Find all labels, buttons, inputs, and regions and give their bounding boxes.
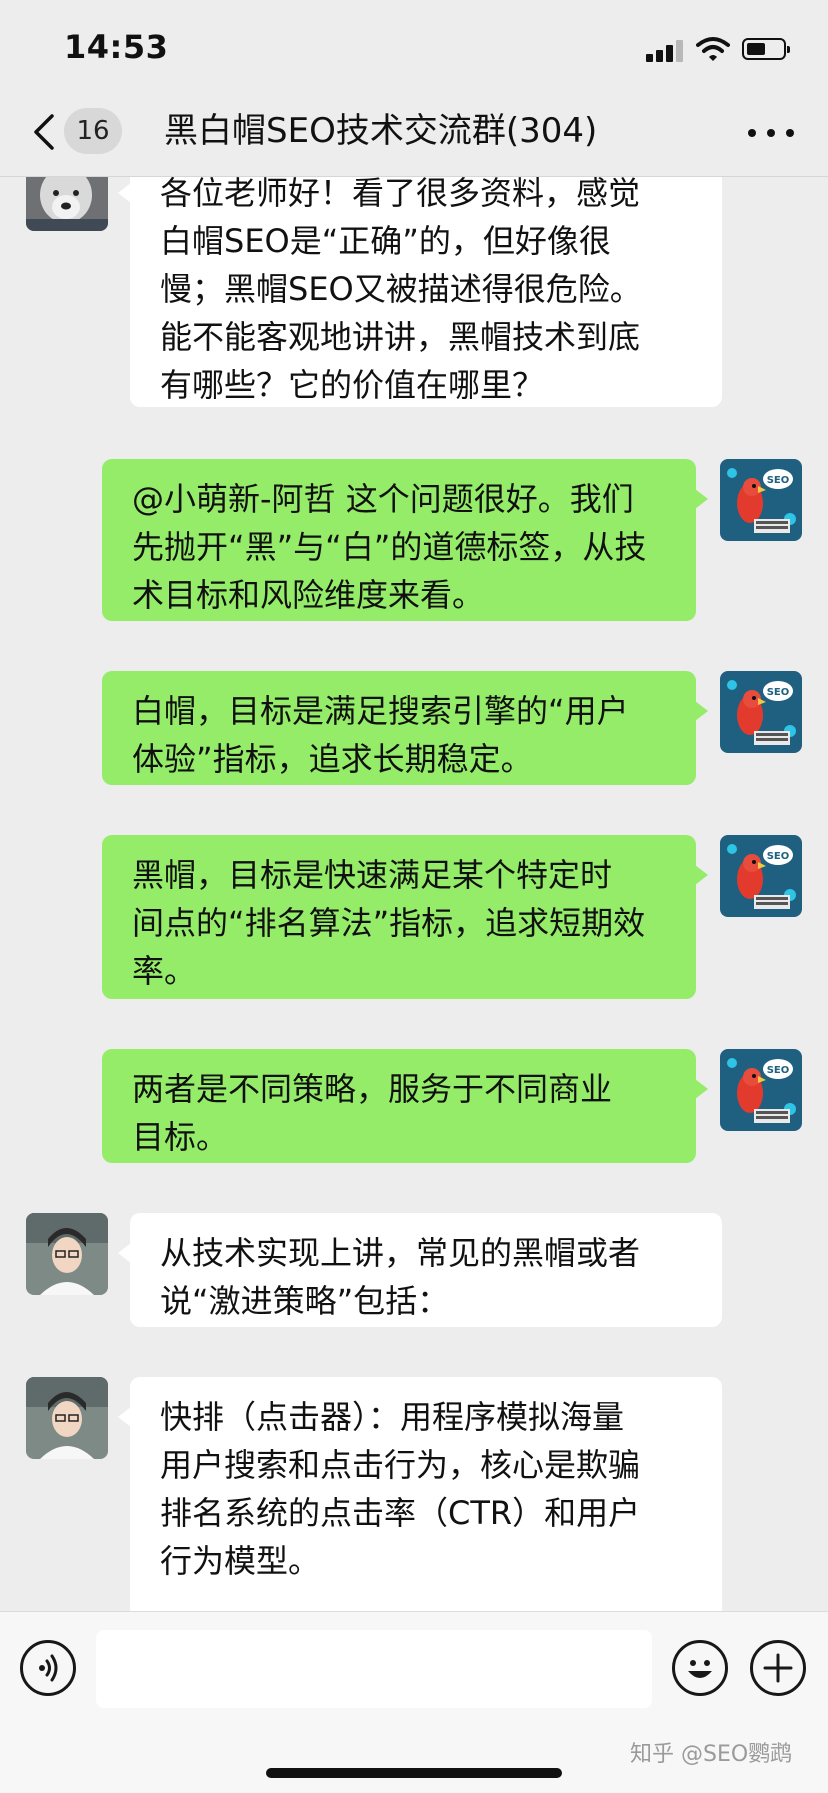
seo-parrot-avatar[interactable]: SEO bbox=[720, 459, 802, 541]
input-bar: 知乎 @SEO鹦鹉 bbox=[0, 1611, 828, 1793]
seo-parrot-avatar[interactable]: SEO bbox=[720, 671, 802, 753]
message-line: 白帽，目标是满足搜索引擎的“用户 bbox=[132, 692, 629, 730]
message-bubble[interactable]: 两者是不同策略，服务于不同商业 目标。 bbox=[102, 1049, 708, 1163]
svg-text:SEO: SEO bbox=[767, 851, 790, 862]
home-indicator bbox=[266, 1768, 562, 1778]
message-bubble[interactable]: @小萌新-阿哲 这个问题很好。我们 先抛开“黑”与“白”的道德标签，从技 术目标… bbox=[102, 459, 708, 621]
message-line: 间点的“排名算法”指标，追求短期效 bbox=[132, 904, 646, 942]
message-list[interactable]: 各位老师好！看了很多资料，感觉 白帽SEO是“正确”的，但好像很 慢；黑帽SEO… bbox=[0, 177, 828, 1611]
message-line: 体验”指标，追求长期稳定。 bbox=[132, 740, 533, 778]
seo-parrot-avatar[interactable]: SEO bbox=[720, 1049, 802, 1131]
voice-wave-icon bbox=[39, 1654, 58, 1682]
young-man-avatar[interactable] bbox=[26, 1377, 108, 1459]
wolf-avatar[interactable] bbox=[26, 177, 108, 231]
message-line: 率。 bbox=[132, 952, 197, 990]
message-line: 黑帽，目标是快速满足某个特定时 bbox=[132, 856, 613, 894]
message-line: 有哪些？它的价值在哪里？ bbox=[160, 366, 545, 404]
message-line: 用户搜索和点击行为，核心是欺骗 bbox=[160, 1446, 641, 1484]
message-line: 慢；黑帽SEO又被描述得很危险。 bbox=[160, 270, 642, 308]
svg-text:SEO: SEO bbox=[767, 687, 790, 698]
seo-parrot-avatar[interactable]: SEO bbox=[720, 835, 802, 917]
message-line: 两者是不同策略，服务于不同商业 bbox=[132, 1070, 613, 1108]
voice-input-button[interactable] bbox=[20, 1640, 76, 1696]
back-chevron-icon[interactable] bbox=[30, 112, 60, 152]
emoji-button[interactable] bbox=[672, 1640, 728, 1696]
chat-title: 黑白帽SEO技术交流群(304) bbox=[164, 111, 598, 151]
smiley-icon bbox=[688, 1660, 712, 1678]
message-input[interactable] bbox=[96, 1630, 652, 1708]
message-line: 说“激进策略”包括： bbox=[160, 1282, 450, 1320]
battery-icon bbox=[742, 38, 790, 60]
message-line: 术目标和风险维度来看。 bbox=[132, 576, 485, 614]
message-line: 排名系统的点击率（CTR）和用户 bbox=[160, 1494, 641, 1532]
status-bar: 14:53 bbox=[0, 0, 828, 90]
chat-header: 16 黑白帽SEO技术交流群(304) bbox=[0, 90, 828, 177]
cellular-signal-icon bbox=[646, 38, 688, 62]
message-bubble[interactable]: 白帽，目标是满足搜索引擎的“用户 体验”指标，追求长期稳定。 bbox=[102, 671, 708, 785]
message-line: 先抛开“黑”与“白”的道德标签，从技 bbox=[132, 528, 647, 566]
message-bubble[interactable]: 各位老师好！看了很多资料，感觉 白帽SEO是“正确”的，但好像很 慢；黑帽SEO… bbox=[118, 177, 722, 407]
more-functions-button[interactable] bbox=[750, 1640, 806, 1696]
plus-icon bbox=[763, 1653, 793, 1683]
young-man-avatar[interactable] bbox=[26, 1213, 108, 1295]
svg-text:SEO: SEO bbox=[767, 475, 790, 486]
message-line: 从技术实现上讲，常见的黑帽或者 bbox=[160, 1234, 641, 1272]
unread-count-badge[interactable]: 16 bbox=[64, 108, 122, 154]
message-bubble[interactable]: 从技术实现上讲，常见的黑帽或者 说“激进策略”包括： bbox=[118, 1213, 722, 1327]
status-time: 14:53 bbox=[64, 28, 169, 66]
message-line: 目标。 bbox=[132, 1118, 229, 1156]
svg-text:SEO: SEO bbox=[767, 1065, 790, 1076]
message-line: @小萌新-阿哲 这个问题很好。我们 bbox=[132, 480, 634, 518]
wifi-icon bbox=[696, 37, 730, 61]
message-line: 快排（点击器）：用程序模拟海量 bbox=[160, 1398, 625, 1436]
more-options-icon[interactable] bbox=[748, 126, 794, 140]
message-line: 行为模型。 bbox=[160, 1542, 321, 1580]
watermark: 知乎 @SEO鹦鹉 bbox=[630, 1742, 793, 1767]
message-line: 白帽SEO是“正确”的，但好像很 bbox=[160, 222, 611, 260]
message-line: 能不能客观地讲讲，黑帽技术到底 bbox=[160, 318, 641, 356]
message-bubble[interactable]: 黑帽，目标是快速满足某个特定时 间点的“排名算法”指标，追求短期效 率。 bbox=[102, 835, 708, 999]
message-bubble[interactable]: 快排（点击器）：用程序模拟海量 用户搜索和点击行为，核心是欺骗 排名系统的点击率… bbox=[118, 1377, 722, 1611]
message-line: 各位老师好！看了很多资料，感觉 bbox=[160, 177, 641, 212]
